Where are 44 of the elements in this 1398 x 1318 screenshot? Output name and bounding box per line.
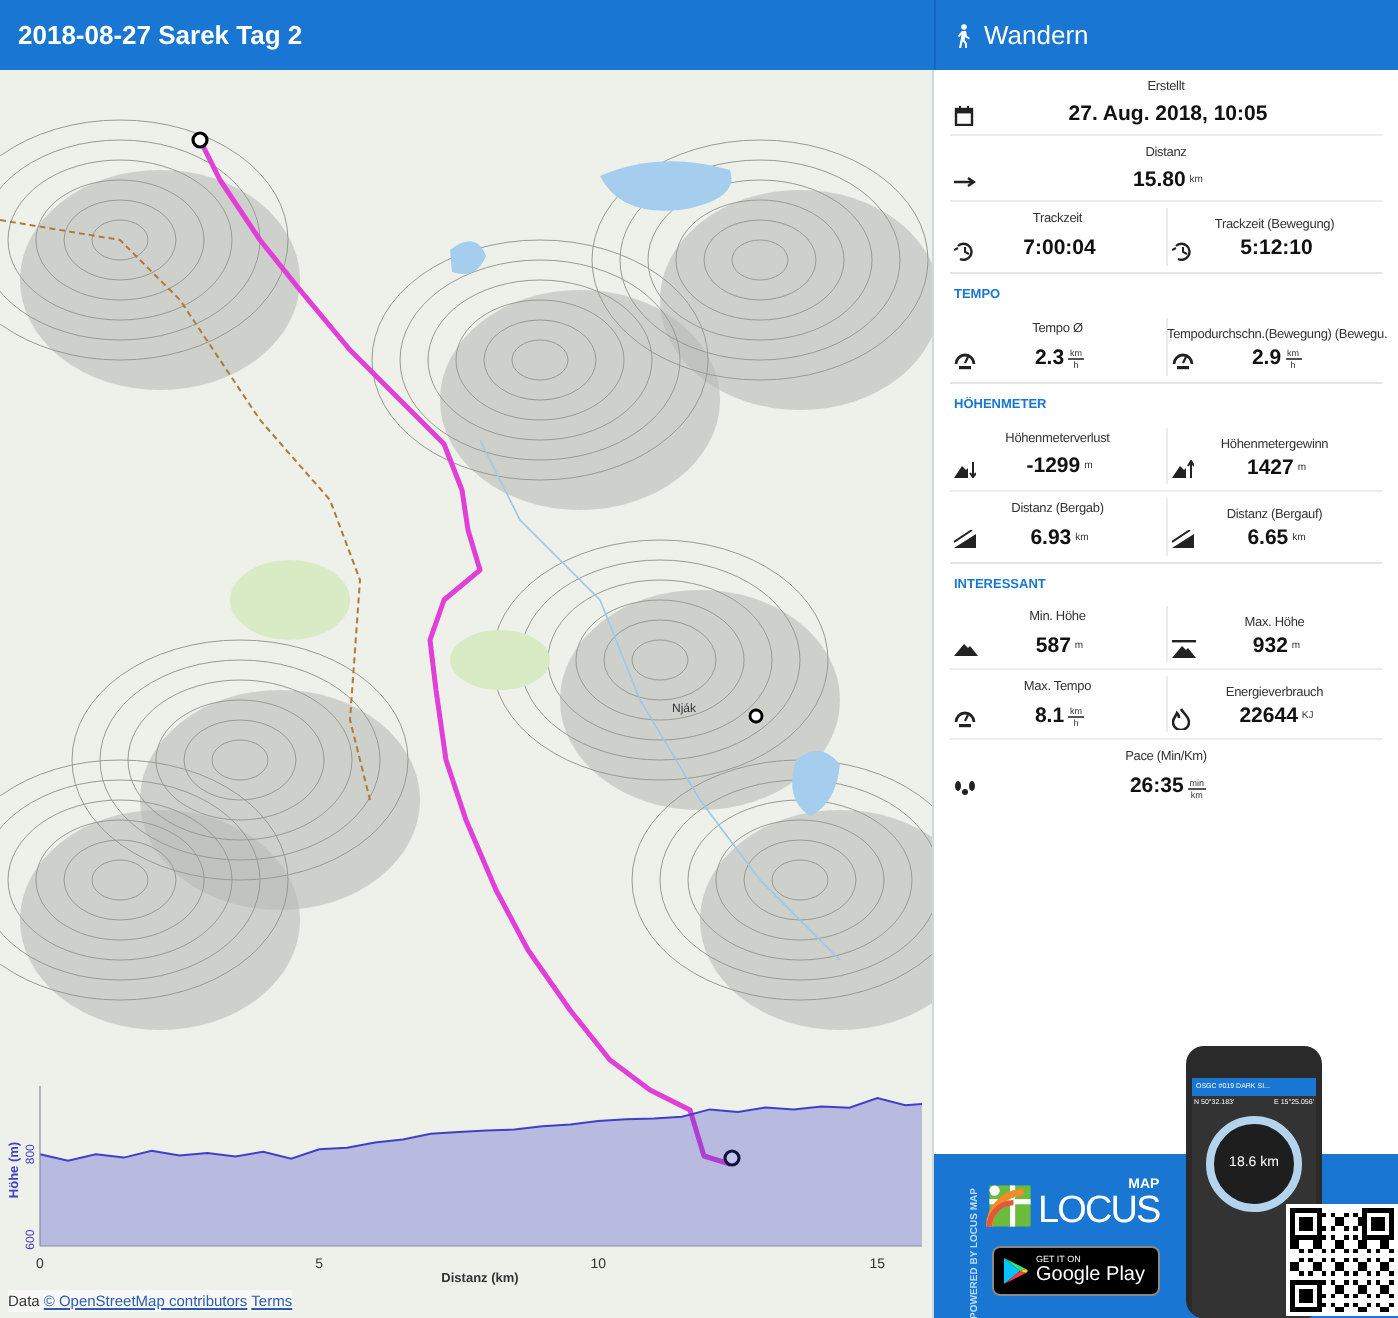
- stat-value: 587: [1035, 631, 1071, 662]
- mountain-down-icon: [954, 459, 976, 477]
- slope-icon: [954, 530, 976, 548]
- track-title: 2018-08-27 Sarek Tag 2: [18, 17, 303, 54]
- hiker-icon: [954, 23, 972, 47]
- logo-wordmark: LOCUS: [1038, 1192, 1160, 1230]
- speedometer-icon: [954, 349, 976, 370]
- qr-code: [1286, 1204, 1398, 1316]
- speedometer-icon: [1171, 349, 1193, 370]
- stat-value: 6.65: [1247, 523, 1289, 554]
- arrow-right-icon: [954, 175, 976, 187]
- stat-value: 15.80: [1133, 165, 1186, 196]
- footsteps-icon: [954, 780, 976, 797]
- play-store-icon: [1004, 1258, 1028, 1284]
- lake-drawing: [600, 161, 732, 211]
- stat-value: 2.3: [1034, 343, 1065, 374]
- stat-value: -1299: [1026, 452, 1081, 483]
- stat-value: 7:00:04: [1023, 234, 1096, 265]
- stat-value: 932: [1252, 632, 1288, 663]
- lake-drawing: [450, 241, 486, 274]
- speedometer-icon: [954, 707, 976, 728]
- finish-marker: [748, 708, 764, 724]
- finish-marker: [723, 1149, 741, 1167]
- mountain-peak-icon: [1171, 639, 1195, 658]
- stopwatch-icon: [1171, 239, 1193, 261]
- badge-store-name: Google Play: [1036, 1265, 1145, 1286]
- stopwatch-icon: [954, 239, 976, 261]
- stat-value: 26:35: [1129, 772, 1184, 803]
- stat-value: 6.93: [1030, 523, 1072, 554]
- stat-value: 5:12:10: [1240, 234, 1313, 265]
- lake-drawing: [792, 750, 840, 816]
- stat-value: 2.9: [1251, 343, 1282, 374]
- locus-logo-icon: [986, 1182, 1034, 1230]
- stat-value: 27. Aug. 2018, 10:05: [1068, 99, 1268, 130]
- start-marker: [191, 131, 209, 149]
- stat-value: 22644: [1239, 702, 1298, 733]
- slope-icon: [1171, 530, 1193, 548]
- mountain-up-icon: [1171, 459, 1193, 478]
- calendar-icon: [954, 105, 974, 125]
- mountain-icon: [954, 639, 978, 656]
- activity-type: Wandern: [984, 17, 1089, 54]
- flame-icon: [1171, 707, 1189, 730]
- stat-value: 8.1: [1034, 701, 1065, 732]
- stat-value: 1427: [1246, 453, 1294, 483]
